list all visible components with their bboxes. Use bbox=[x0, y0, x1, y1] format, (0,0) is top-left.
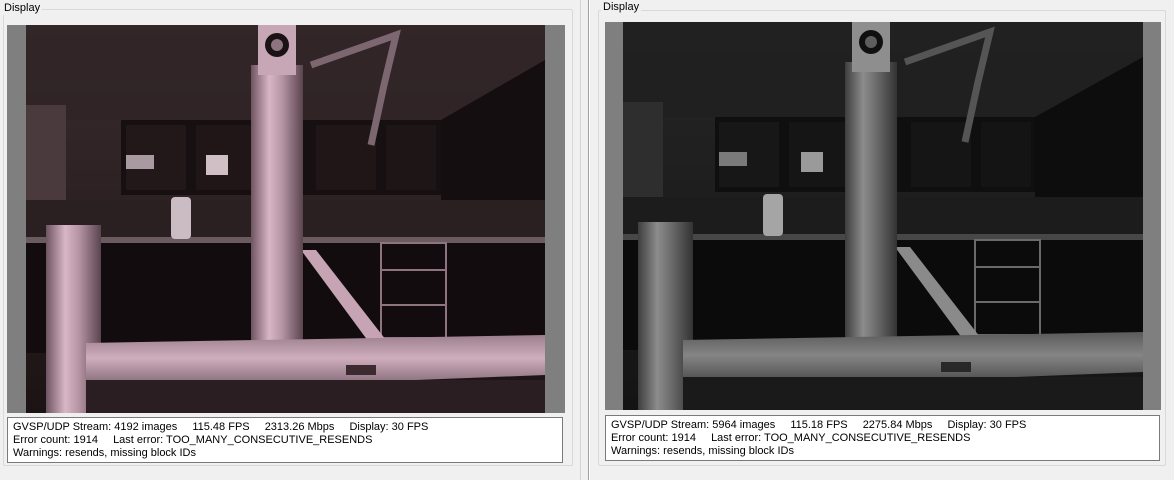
display-group-title: Display bbox=[2, 2, 43, 15]
stream-stats-line: GVSP/UDP Stream: 4192 images 115.48 FPS … bbox=[13, 421, 562, 434]
display-fps: Display: 30 FPS bbox=[947, 419, 1027, 431]
stream-status-box: GVSP/UDP Stream: 5964 images 115.18 FPS … bbox=[605, 415, 1160, 461]
stream-image-count: 5964 images bbox=[712, 419, 776, 431]
stream-status-box: GVSP/UDP Stream: 4192 images 115.48 FPS … bbox=[7, 417, 563, 463]
error-line: Error count: 1914 Last error: TOO_MANY_C… bbox=[611, 432, 1159, 445]
display-fps: Display: 30 FPS bbox=[349, 421, 429, 433]
error-line: Error count: 1914 Last error: TOO_MANY_C… bbox=[13, 434, 562, 447]
error-count: Error count: 1914 bbox=[13, 434, 98, 446]
camera-viewport[interactable] bbox=[7, 25, 565, 413]
stream-bandwidth: 2275.84 Mbps bbox=[862, 419, 933, 431]
last-error: Last error: TOO_MANY_CONSECUTIVE_RESENDS bbox=[113, 434, 373, 446]
stream-protocol-label: GVSP/UDP Stream: bbox=[13, 421, 112, 433]
panel-splitter[interactable] bbox=[580, 0, 596, 480]
stream-fps: 115.48 FPS bbox=[192, 421, 250, 433]
camera-frame-image bbox=[623, 22, 1143, 410]
camera-frame-image bbox=[26, 25, 545, 413]
stream-bandwidth: 2313.26 Mbps bbox=[264, 421, 335, 433]
warnings-line: Warnings: resends, missing block IDs bbox=[611, 445, 794, 457]
last-error: Last error: TOO_MANY_CONSECUTIVE_RESENDS bbox=[711, 432, 971, 444]
error-count: Error count: 1914 bbox=[611, 432, 696, 444]
camera-viewport[interactable] bbox=[605, 22, 1161, 410]
right-display-panel: Display GVSP/UDP Stream: 5964 images 115… bbox=[596, 0, 1174, 480]
stream-protocol-label: GVSP/UDP Stream: bbox=[611, 419, 710, 431]
stream-fps: 115.18 FPS bbox=[790, 419, 848, 431]
splitter-grip[interactable] bbox=[588, 0, 590, 480]
left-display-panel: Display GVSP/UDP Stream: 4192 images 115… bbox=[0, 0, 580, 480]
stream-image-count: 4192 images bbox=[114, 421, 178, 433]
stream-stats-line: GVSP/UDP Stream: 5964 images 115.18 FPS … bbox=[611, 419, 1159, 432]
display-group-title: Display bbox=[601, 1, 642, 14]
warnings-line: Warnings: resends, missing block IDs bbox=[13, 447, 196, 459]
